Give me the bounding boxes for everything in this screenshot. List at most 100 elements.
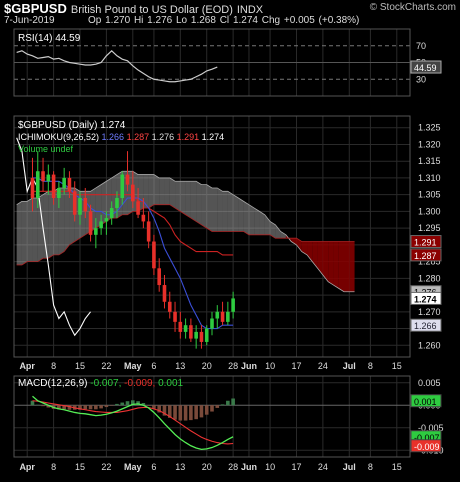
macd-histogram-bar	[115, 403, 119, 406]
price-tag-text: 1.287	[414, 251, 437, 261]
candle-body	[131, 184, 135, 202]
macd-histogram-bar	[83, 405, 88, 410]
kumo-segment	[164, 177, 170, 205]
candle	[152, 234, 156, 275]
rsi-value-tag: 44.59	[410, 60, 442, 74]
price-tick-label: 1.300	[418, 206, 441, 216]
macd-x-label: 6	[151, 462, 156, 472]
candle	[226, 301, 230, 326]
kumo-segment	[48, 191, 54, 259]
price-tick-label: 1.260	[418, 340, 441, 350]
macd-histogram-bar	[215, 405, 220, 408]
price-tag: 1.266	[410, 318, 442, 332]
kumo-segment	[328, 241, 334, 286]
candle	[46, 164, 51, 195]
candle-body	[51, 174, 56, 199]
price-x-label: 17	[291, 361, 301, 371]
macd-x-label: 8	[51, 462, 56, 472]
kumo-segment	[153, 174, 160, 205]
kumo-segment	[254, 208, 260, 235]
candle-body	[141, 214, 146, 222]
price-tick-label: 1.325	[418, 123, 441, 133]
rsi-tag-text: 44.59	[414, 63, 437, 73]
ichimoku-legend: ICHIMOKU(9,26,52) 1.266 1.287 1.276 1.29…	[18, 132, 224, 142]
candle-body	[46, 174, 51, 182]
candle	[167, 291, 172, 319]
candle-body	[94, 228, 98, 235]
candle-body	[136, 201, 140, 215]
kumo-segment	[148, 174, 154, 209]
kumo-segment	[159, 177, 165, 205]
macd-histogram-bar	[178, 405, 183, 421]
rsi-tick-label: 30	[416, 74, 426, 84]
price-x-label: 8	[51, 361, 56, 371]
kumo-segment	[16, 201, 22, 265]
candle-body	[178, 321, 183, 332]
candle-body	[173, 311, 177, 322]
price-tick-label: 1.295	[418, 223, 441, 233]
price-x-label: 15	[392, 361, 402, 371]
macd-histogram-bar	[199, 405, 204, 418]
ichimoku-legend-part: 1.266	[102, 132, 127, 142]
macd-histogram-bar	[194, 405, 198, 420]
macd-tag: 0.001	[410, 394, 442, 408]
candle-body	[57, 187, 61, 199]
macd-histogram-bar	[88, 405, 93, 410]
macd-tag-text: 0.001	[414, 397, 437, 407]
macd-histogram-bar	[125, 401, 130, 406]
candle-body	[231, 298, 235, 312]
price-x-label: 24	[318, 361, 328, 371]
price-tick-label: 1.305	[418, 190, 441, 200]
price-tick-label: 1.315	[418, 156, 441, 166]
rsi-legend: RSI(14) 44.59	[18, 33, 81, 44]
kumo-segment	[222, 191, 228, 232]
macd-histogram-bar	[104, 405, 109, 408]
macd-histogram-bar	[146, 405, 151, 406]
price-tag: 1.287	[410, 248, 442, 262]
candle	[189, 318, 193, 342]
candle-body	[72, 191, 77, 215]
macd-x-label: 17	[291, 462, 301, 472]
price-tag-text: 1.266	[414, 321, 437, 331]
candle	[220, 301, 225, 326]
candle-body	[104, 218, 109, 222]
macd-legend: MACD(12,26,9) -0.007, -0.009, 0.001	[18, 378, 184, 389]
candle	[178, 311, 183, 339]
kumo-segment	[317, 241, 323, 275]
price-x-label: Apr	[19, 361, 35, 371]
kumo-segment	[338, 241, 344, 292]
candle	[210, 311, 214, 336]
macd-legend-value: 0.001	[158, 378, 183, 389]
candle-body	[120, 174, 125, 199]
candle-body	[146, 221, 151, 242]
candle-body	[167, 301, 172, 312]
kumo-segment	[175, 181, 181, 212]
price-x-label: Jul	[343, 361, 356, 371]
price-x-label: 22	[101, 361, 111, 371]
ichimoku-legend-part: 1.291	[177, 132, 202, 142]
kumo-segment	[280, 231, 286, 239]
price-x-label: 15	[75, 361, 85, 371]
candle	[173, 301, 177, 332]
candle-body	[199, 331, 204, 342]
candle-body	[78, 198, 82, 215]
candle-body	[115, 198, 119, 209]
kumo-segment	[180, 181, 186, 215]
candle-body	[125, 174, 130, 185]
kumo-segment	[169, 177, 176, 209]
macd-histogram-bar	[220, 404, 225, 406]
candle-body	[215, 311, 220, 319]
kumo-segment	[185, 181, 191, 219]
macd-x-label: Apr	[19, 462, 35, 472]
price-tick-label: 1.270	[418, 307, 441, 317]
candle	[157, 258, 161, 292]
candle-body	[162, 285, 167, 302]
kumo-segment	[227, 191, 234, 232]
kumo-segment	[233, 194, 239, 232]
kumo-segment	[238, 198, 244, 232]
macd-tick-label: 0.005	[418, 378, 441, 388]
macd-legend-label: MACD(12,26,9)	[18, 378, 90, 389]
price-tag-text: 1.274	[414, 294, 437, 304]
macd-x-label: 15	[75, 462, 85, 472]
price-x-label: Jun	[241, 361, 257, 371]
